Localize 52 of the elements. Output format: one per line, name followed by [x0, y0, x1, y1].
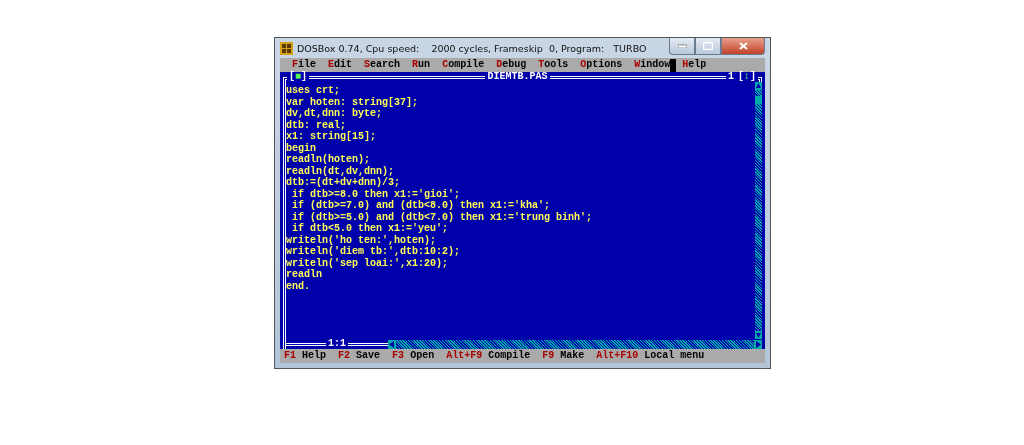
scroll-left-icon[interactable]	[388, 339, 396, 349]
window-number: 1	[726, 72, 735, 82]
close-box[interactable]: [■]	[287, 72, 310, 82]
code-line: readln(dt,dv,dnn);	[286, 165, 396, 177]
menu-item[interactable]: Debug	[490, 58, 533, 72]
file-name: DIEMTB.PAS	[486, 72, 549, 82]
shortcut-hint[interactable]: Alt+F10 Local menu	[596, 349, 705, 363]
code-line: dtb:=(dt+dv+dnn)/3;	[286, 177, 402, 189]
app-icon	[280, 41, 293, 55]
zoom-box[interactable]: [↕]	[735, 72, 758, 82]
code-line: writeln('sep loai:',x1:20);	[286, 257, 450, 269]
shortcut-hint[interactable]: F9 Make	[542, 349, 585, 363]
code-line: x1: string[15];	[286, 131, 377, 143]
scroll-up-icon[interactable]	[755, 82, 762, 90]
code-line: readln(hoten);	[286, 154, 371, 166]
menu-item[interactable]: Options	[574, 58, 629, 72]
menu-item[interactable]: Edit	[322, 58, 359, 72]
code-line: if dtb>=8.0 then x1:='gioi';	[291, 188, 462, 200]
cursor-position: 1:1	[327, 339, 347, 349]
menu-item[interactable]: File	[286, 58, 323, 72]
shortcut-hint[interactable]: Alt+F9 Compile	[446, 349, 531, 363]
menu-item[interactable]: Run	[406, 58, 437, 72]
code-line: dtb: real;	[286, 119, 347, 131]
code-line: end.	[286, 280, 311, 292]
code-line: dv,dt,dnn: byte;	[286, 108, 383, 120]
menu-item[interactable]: Help	[676, 58, 713, 72]
minimize-icon	[677, 44, 687, 48]
code-line: if (dtb>=7.0) and (dtb<8.0) then x1:='kha';	[291, 200, 552, 212]
maximize-icon	[703, 42, 713, 50]
close-button[interactable]	[721, 38, 765, 55]
scroll-down-icon[interactable]	[755, 331, 762, 339]
code-line: writeln('ho ten:',hoten);	[286, 234, 438, 246]
shortcut-hint[interactable]: F2 Save	[338, 349, 381, 363]
code-line: readln	[286, 269, 323, 281]
shortcut-hint[interactable]: F1 Help	[284, 349, 327, 363]
vertical-scrollbar[interactable]	[755, 82, 762, 339]
menu-item[interactable]: Search	[358, 58, 407, 72]
code-line: var hoten: string[37];	[286, 96, 420, 108]
shortcut-hint[interactable]: F3 Open	[392, 349, 435, 363]
scroll-thumb[interactable]	[755, 96, 762, 104]
maximize-button[interactable]	[695, 38, 721, 55]
horizontal-scrollbar[interactable]	[388, 339, 762, 349]
minimize-button[interactable]	[669, 38, 695, 55]
close-icon	[738, 42, 748, 50]
code-line: uses crt;	[286, 85, 341, 97]
menu-item[interactable]: Tools	[532, 58, 575, 72]
code-line: if dtb<5.0 then x1:='yeu';	[291, 223, 450, 235]
menu-item[interactable]: Compile	[436, 58, 491, 72]
code-line: if (dtb>=5.0) and (dtb<7.0) then x1:='trung binh';	[291, 211, 594, 223]
window-title: DOSBox 0.74, Cpu speed: 2000 cycles, Frameskip 0, Program: TURBO	[297, 42, 648, 54]
code-line: writeln('diem tb:',dtb:10:2);	[286, 246, 462, 258]
code-line: begin	[286, 142, 317, 154]
